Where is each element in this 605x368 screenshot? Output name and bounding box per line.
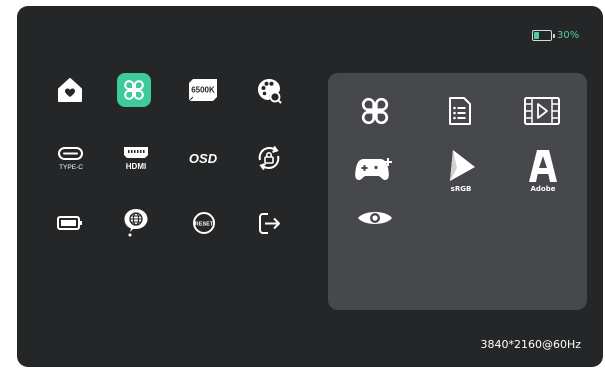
battery-percent: 30% [557,30,580,41]
menu-item-color-palette[interactable] [252,73,286,107]
adobe-mode-icon [529,149,557,182]
home-icon [58,78,82,102]
usb-type-c-label: TYPE-C [59,164,83,171]
hdmi-icon: HDMI [124,147,148,171]
preset-mode-icon [124,80,144,100]
menu-item-home[interactable] [53,73,87,107]
color-temperature-label: 6500K [191,86,215,95]
menu-item-battery-setting[interactable] [53,206,87,240]
eye-care-icon [358,212,392,224]
osd-label: OSD [188,150,218,166]
menu-item-color-temperature[interactable]: 6500K [186,73,220,107]
submenu-item-srgb[interactable]: sRGB [441,145,481,195]
menu-item-reset[interactable]: RESET [187,206,221,240]
menu-item-usb-type-c[interactable]: TYPE-C [53,141,89,175]
hdmi-label: HDMI [126,162,146,171]
color-palette-icon [258,79,282,104]
submenu-item-movie[interactable] [520,91,564,131]
battery-setting-icon [57,216,82,230]
reset-icon: RESET [193,212,215,234]
menu-item-preset-mode[interactable] [117,73,151,107]
submenu-item-text[interactable] [437,91,481,131]
battery-status: 30% [532,30,579,41]
submenu-item-standard[interactable] [353,91,397,131]
exit-icon [259,213,280,234]
srgb-label: sRGB [450,184,472,193]
resolution-status: 3840*2160@60Hz [480,338,581,351]
menu-item-rotation-lock[interactable] [252,141,286,175]
color-temperature-icon: 6500K [188,79,217,102]
usb-type-c-icon: TYPE-C [58,147,83,171]
movie-mode-icon [524,97,560,125]
submenu-item-eye-care[interactable] [353,198,397,238]
submenu-item-adobe[interactable]: Adobe [521,145,565,195]
game-mode-icon [355,158,392,180]
standard-mode-icon [361,97,389,125]
submenu-item-game[interactable] [353,148,397,188]
menu-item-exit[interactable] [252,206,286,240]
rotation-lock-icon [258,145,280,171]
language-icon [124,209,148,237]
battery-level-fill [534,32,540,39]
srgb-mode-icon [450,149,475,181]
menu-item-hdmi[interactable]: HDMI [119,141,153,175]
menu-item-osd[interactable]: OSD [184,141,222,175]
text-mode-icon [449,97,471,125]
reset-label: RESET [195,221,214,227]
battery-icon [532,30,555,41]
adobe-label: Adobe [530,184,556,193]
menu-item-language[interactable] [119,206,153,240]
